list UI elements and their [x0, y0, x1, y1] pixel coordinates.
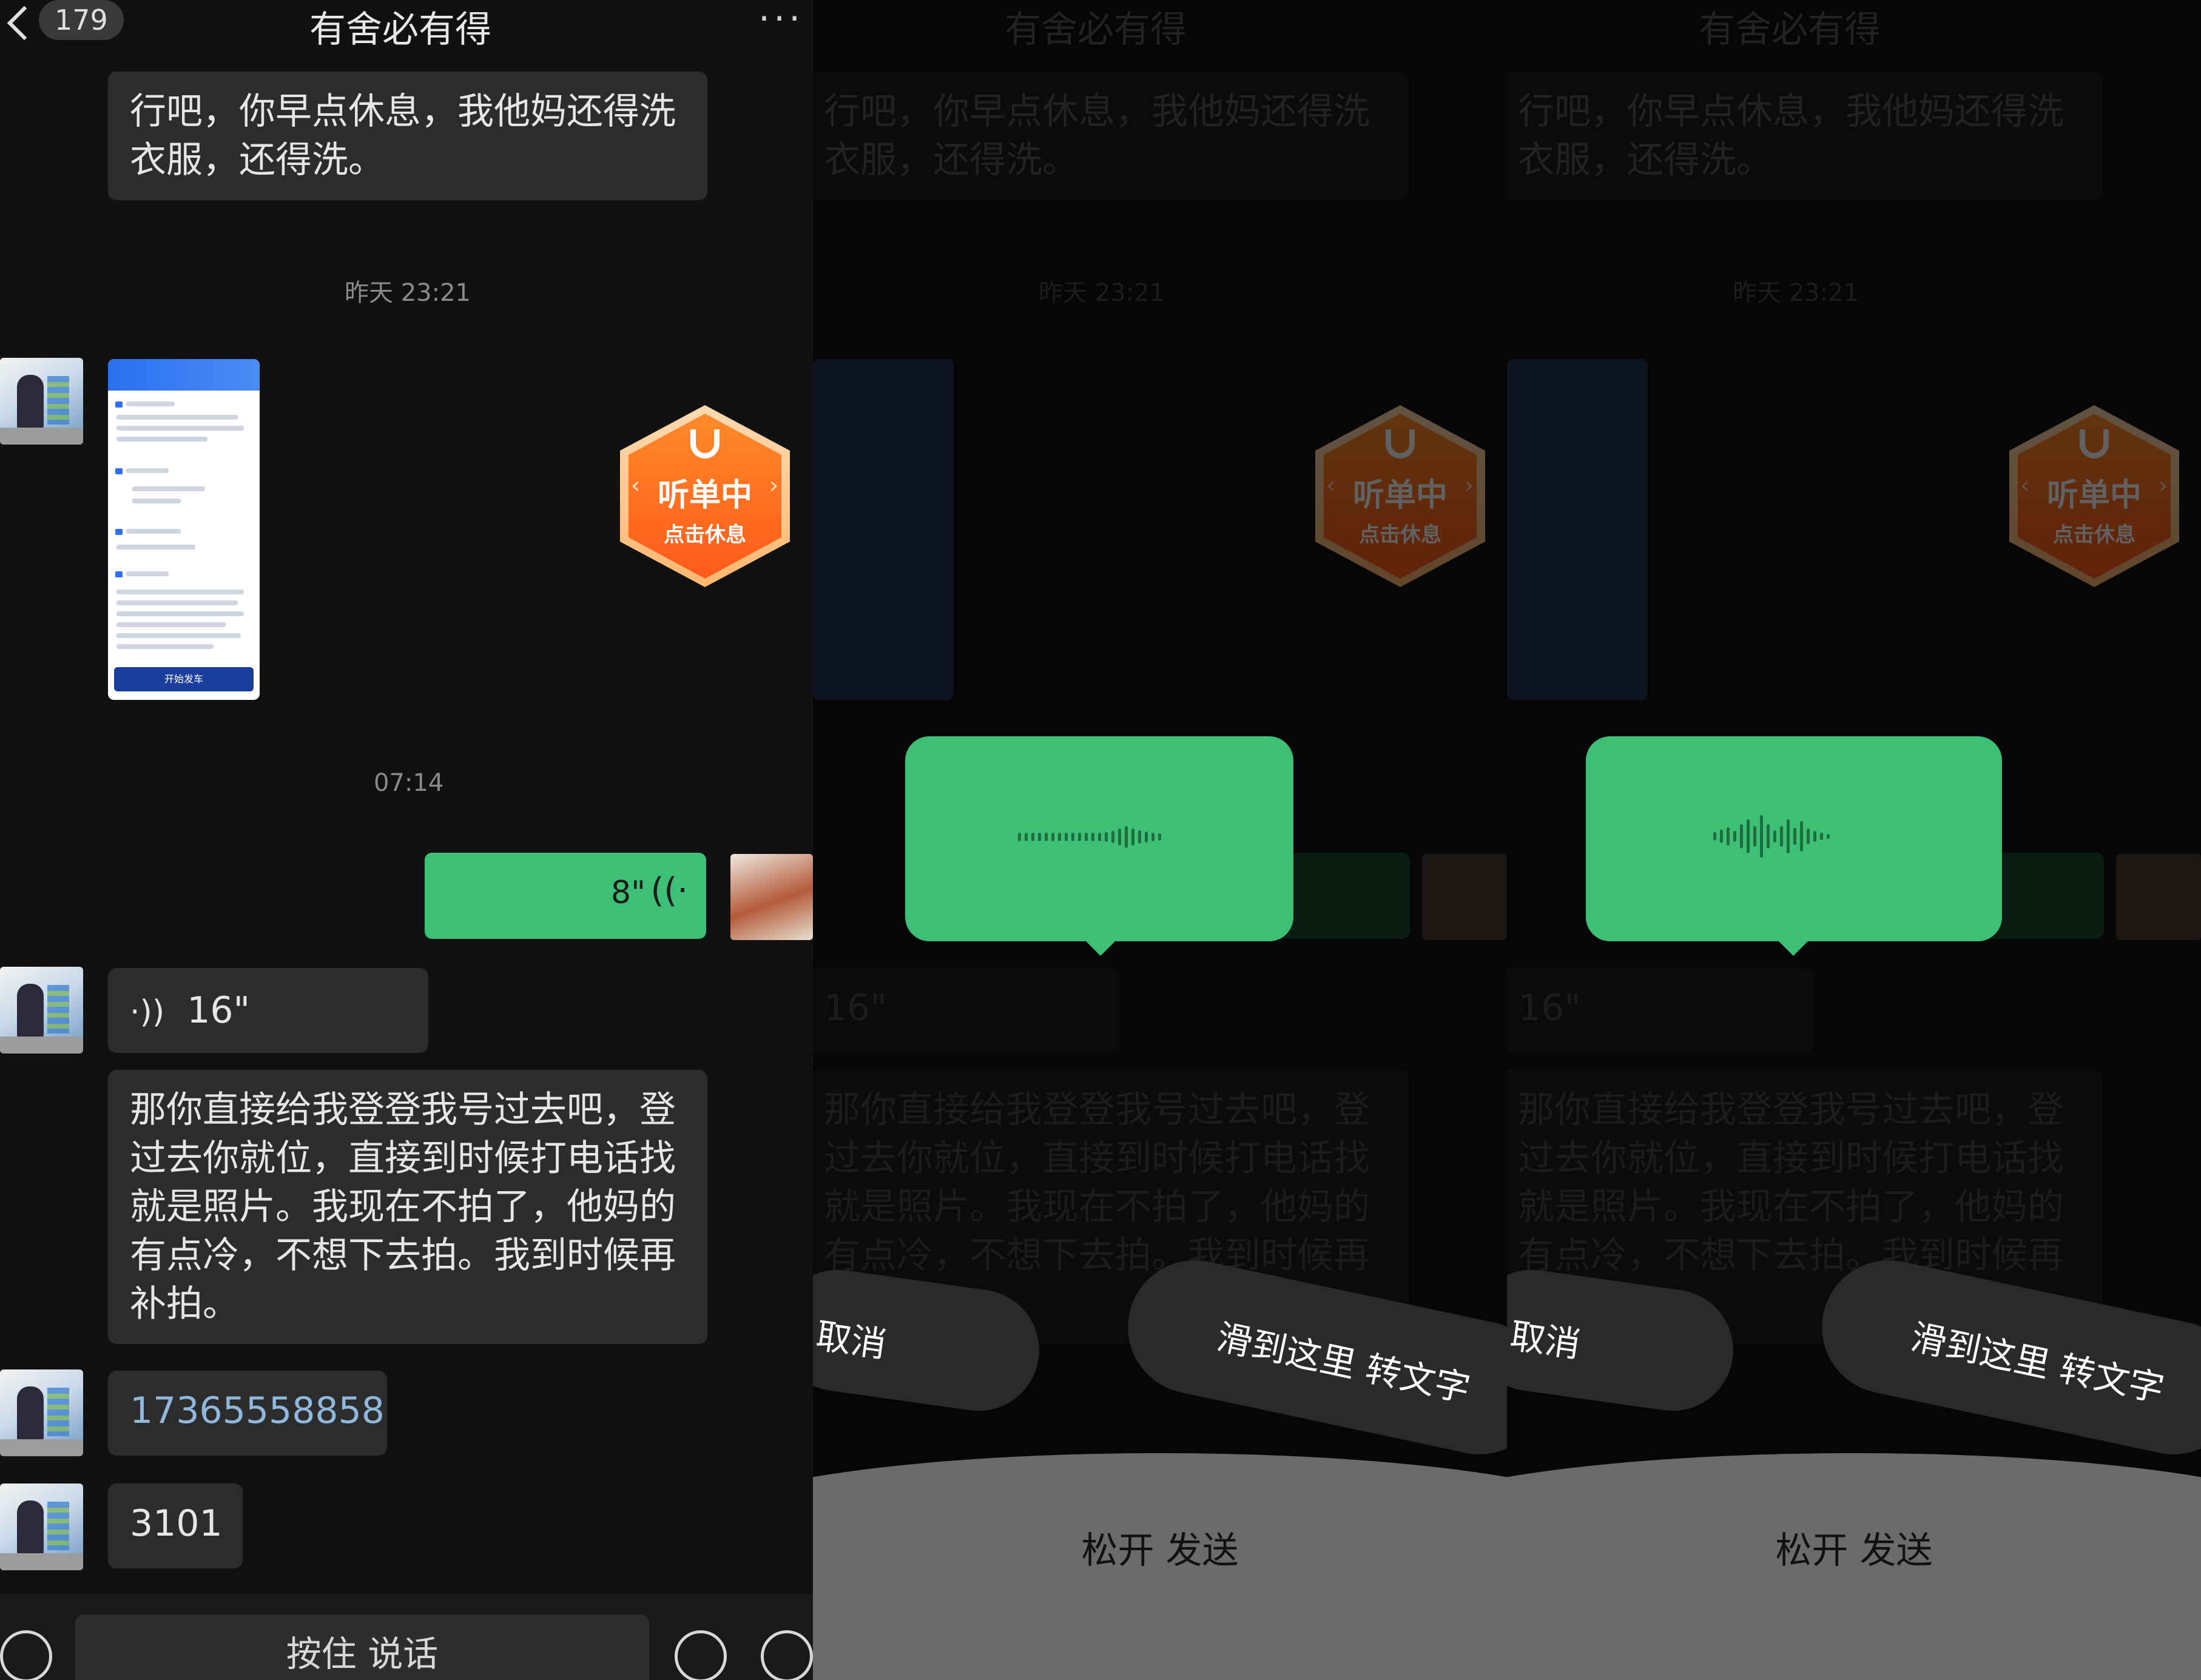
- more-icon[interactable]: ···: [758, 0, 804, 40]
- thumb-button: 开始发车: [114, 667, 254, 691]
- recording-panel: 有舍必有得 行吧，你早点休息，我他妈还得洗衣服，还得洗。 昨天 23:21 ‹ …: [1507, 0, 2201, 1680]
- keyboard-icon[interactable]: [0, 1630, 52, 1680]
- avatar[interactable]: [0, 967, 83, 1053]
- release-to-send-label: 松开 发送: [1775, 1530, 1933, 1572]
- recording-panel: 有舍必有得 行吧，你早点休息，我他妈还得洗衣服，还得洗。 昨天 23:21 ‹ …: [813, 0, 1507, 1680]
- image-message-thumbnail[interactable]: 开始发车: [108, 359, 260, 700]
- voice-wave-icon: [1018, 826, 1161, 848]
- voice-message[interactable]: ·)) 16": [108, 968, 428, 1053]
- message-bubble[interactable]: 行吧，你早点休息，我他妈还得洗衣服，还得洗。: [108, 72, 707, 200]
- avatar[interactable]: [0, 1369, 83, 1456]
- release-to-send-label: 松开 发送: [1081, 1530, 1239, 1572]
- message-bubble[interactable]: 那你直接给我登登我号过去吧，登过去你就位，直接到时候打电话找就是照片。我现在不拍…: [108, 1070, 707, 1344]
- chat-panel: 179 有舍必有得 ··· 行吧，你早点休息，我他妈还得洗衣服，还得洗。 昨天 …: [0, 0, 813, 1680]
- voice-duration: 16": [187, 989, 251, 1032]
- plus-icon[interactable]: [761, 1630, 813, 1680]
- badge-status: 听单中: [657, 477, 752, 514]
- chat-title: 有舍必有得: [309, 8, 491, 51]
- didi-logo-icon: [690, 429, 720, 459]
- emoji-icon[interactable]: [675, 1630, 727, 1680]
- voice-wave-icon: [1713, 815, 1830, 858]
- voice-wave-icon: ·)): [130, 994, 165, 1030]
- unread-count-badge[interactable]: 179: [39, 0, 124, 40]
- hold-to-talk-button[interactable]: 按住 说话: [75, 1614, 649, 1680]
- didi-listening-badge[interactable]: ‹ › 听单中 点击休息: [620, 405, 790, 587]
- voice-wave-icon: ((·: [650, 871, 689, 910]
- input-bar: 按住 说话: [0, 1594, 813, 1680]
- badge-action: 点击休息: [664, 523, 746, 547]
- message-bubble[interactable]: 3101: [108, 1483, 243, 1568]
- avatar[interactable]: [0, 358, 83, 445]
- back-chevron-icon[interactable]: [7, 5, 42, 41]
- voice-duration: 8": [610, 875, 645, 911]
- my-voice-message[interactable]: 8" ((·: [425, 853, 706, 939]
- phone-number-message[interactable]: 17365558858: [108, 1371, 387, 1456]
- avatar[interactable]: [0, 1483, 83, 1570]
- timestamp: 昨天 23:21: [345, 279, 471, 307]
- my-avatar[interactable]: [730, 854, 813, 940]
- timestamp: 07:14: [374, 769, 444, 797]
